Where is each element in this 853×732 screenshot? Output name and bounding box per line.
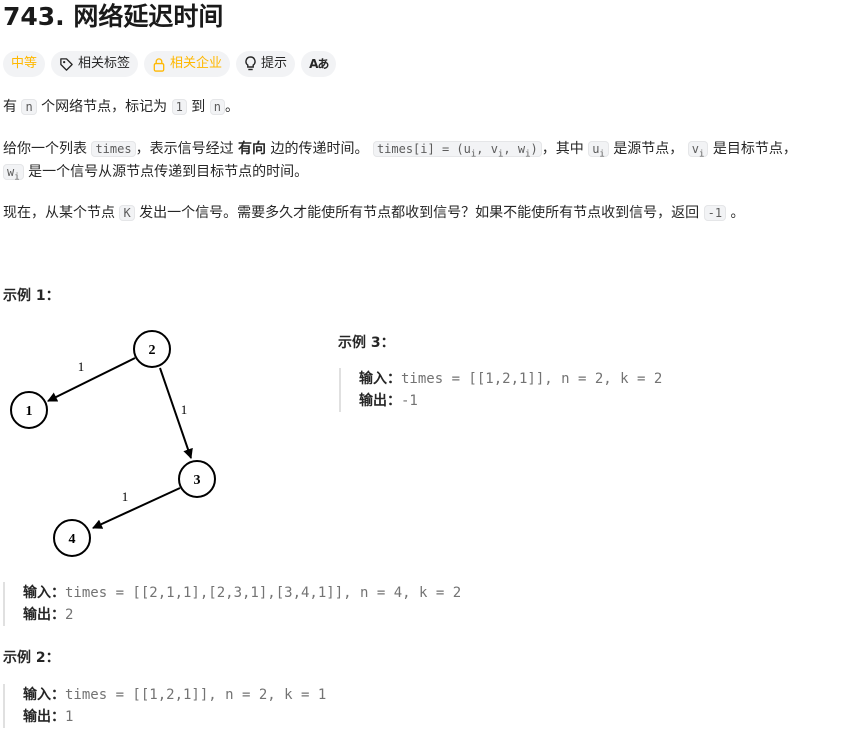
input-label: 输入：: [359, 371, 401, 387]
code-part: v: [691, 142, 699, 156]
topics-label: 相关标签: [78, 56, 131, 71]
example-2-input-row: 输入：times = [[1,2,1]], n = 2, k = 1: [23, 684, 326, 706]
subscript: i: [599, 149, 605, 160]
inline-code: vi: [687, 141, 709, 160]
example-2-input: times = [[1,2,1]], n = 2, k = 1: [65, 687, 327, 703]
text: 发出一个信号。需要多久才能使所有节点都收到信号？如果不能使所有节点收到信号，返回: [139, 205, 700, 221]
code-part: times[i] = (u: [376, 142, 471, 156]
graph-edge-weight: 1: [122, 489, 129, 504]
graph-node-label: 4: [69, 532, 76, 547]
text: 边的传递时间。: [270, 141, 369, 157]
example-3-output-row: 输出：-1: [359, 390, 662, 412]
difficulty-badge[interactable]: 中等: [3, 51, 46, 77]
example-1-output: 2: [65, 607, 74, 623]
example-1-input-row: 输入：times = [[2,1,1],[2,3,1],[3,4,1]], n …: [23, 582, 461, 604]
input-label: 输入：: [23, 585, 65, 601]
desc-line-3: wi 是一个信号从源节点传递到目标节点的时间。: [3, 161, 308, 189]
example-1-title: 示例 1：: [3, 288, 60, 304]
difficulty-label: 中等: [11, 56, 38, 71]
example-3-input-row: 输入：times = [[1,2,1]], n = 2, k = 2: [359, 368, 662, 390]
text: 是源节点，: [613, 141, 684, 157]
graph-edge-3-4: [92, 487, 181, 529]
text: 给你一个列表: [3, 141, 87, 157]
text: 现在，从某个节点: [3, 205, 115, 221]
text: 有: [3, 99, 17, 115]
inline-code: times: [91, 141, 136, 157]
graph-edge-weight: 1: [181, 402, 188, 417]
topics-button[interactable]: 相关标签: [51, 51, 139, 77]
example-2-block: 输入：times = [[1,2,1]], n = 2, k = 1 输出：1: [3, 684, 326, 728]
example-3-input: times = [[1,2,1]], n = 2, k = 2: [401, 371, 663, 387]
tag-icon: [59, 57, 74, 72]
text: 。: [224, 99, 239, 115]
subscript: i: [698, 149, 705, 160]
code-part: , w: [503, 142, 526, 156]
graph-edge-2-1: [47, 357, 136, 402]
text: 是目标节点，: [712, 141, 797, 157]
inline-code: -1: [703, 205, 727, 221]
lock-icon: [152, 57, 166, 72]
output-label: 输出：: [359, 393, 401, 409]
example-3-title: 示例 3：: [338, 335, 395, 351]
inline-code: times[i] = (ui, vi, wi): [372, 141, 542, 159]
inline-code: n: [21, 99, 37, 115]
text: 个网络节点，标记为: [41, 99, 168, 115]
bold-text: 有向: [238, 141, 267, 157]
output-label: 输出：: [23, 709, 65, 725]
text: ，表示信号经过: [135, 141, 234, 157]
input-label: 输入：: [23, 687, 65, 703]
desc-line-4: 现在，从某个节点 K 发出一个信号。需要多久才能使所有节点都收到信号？如果不能使…: [3, 202, 745, 225]
inline-code: n: [209, 99, 225, 115]
inline-code: 1: [171, 99, 187, 115]
code-part: ): [530, 142, 538, 156]
inline-code: K: [119, 205, 135, 221]
example-2-output: 1: [65, 709, 74, 725]
hint-button[interactable]: 提示: [236, 51, 296, 77]
tag-bar: 中等 相关标签 相关企业 提示 Aあ: [3, 51, 337, 77]
translate-button[interactable]: Aあ: [301, 51, 337, 77]
hint-label: 提示: [261, 56, 288, 71]
translate-icon: Aあ: [309, 57, 329, 71]
output-label: 输出：: [23, 607, 65, 623]
text: 。: [730, 205, 745, 221]
example-3-block: 输入：times = [[1,2,1]], n = 2, k = 2 输出：-1: [339, 368, 662, 412]
graph-node-label: 2: [149, 343, 156, 358]
companies-label: 相关企业: [170, 56, 223, 71]
companies-button[interactable]: 相关企业: [144, 51, 231, 77]
graph-edge-weight: 1: [78, 359, 85, 374]
example-1-graph: 2 1 3 4 1 1 1: [10, 330, 216, 557]
inline-code: wi: [3, 164, 24, 183]
problem-title: 743. 网络延迟时间: [3, 2, 224, 31]
subscript: i: [14, 172, 20, 183]
example-2-output-row: 输出：1: [23, 706, 326, 728]
code-part: , v: [476, 142, 498, 156]
lightbulb-icon: [244, 56, 257, 72]
example-1-output-row: 输出：2: [23, 604, 461, 626]
text: ，其中: [541, 141, 584, 157]
example-1-input: times = [[2,1,1],[2,3,1],[3,4,1]], n = 4…: [65, 585, 462, 601]
example-1-block: 输入：times = [[2,1,1],[2,3,1],[3,4,1]], n …: [3, 582, 461, 626]
example-2-title: 示例 2：: [3, 650, 60, 666]
graph-node-label: 1: [26, 404, 33, 419]
graph-node-label: 3: [194, 473, 201, 488]
desc-line-1: 有 n 个网络节点，标记为 1 到 n。: [3, 96, 239, 119]
text: 到: [191, 99, 206, 115]
text: 是一个信号从源节点传递到目标节点的时间。: [28, 164, 309, 180]
example-3-output: -1: [401, 393, 418, 409]
inline-code: ui: [588, 141, 609, 160]
